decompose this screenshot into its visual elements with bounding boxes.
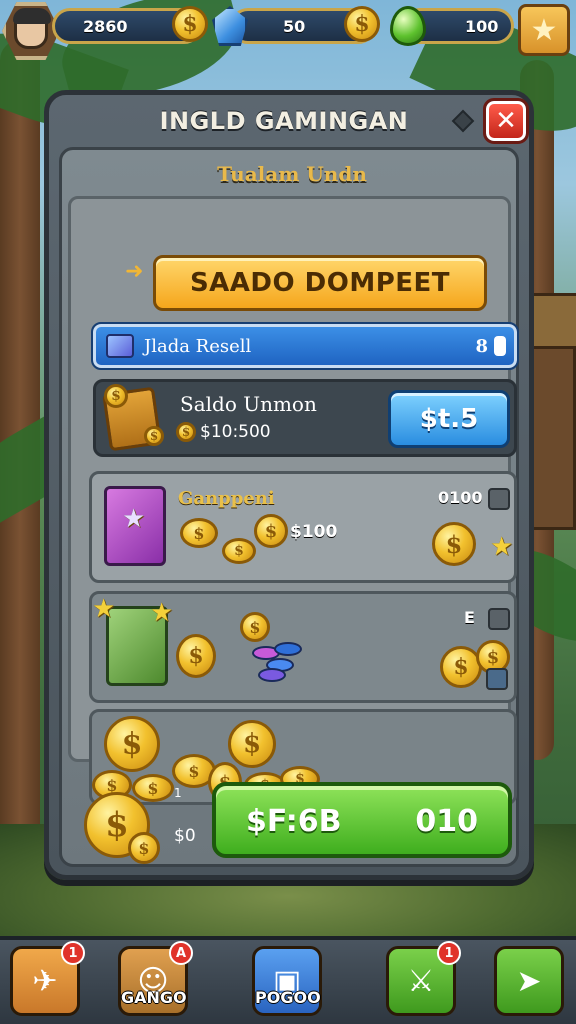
balance-row: $ $ Saldo Unmon $ $10:500 $t.5 <box>93 379 517 457</box>
offer-tag: 0100 <box>438 488 483 507</box>
wallet-button[interactable]: SAADO DOMPEET <box>153 255 487 311</box>
lock-icon <box>488 488 510 510</box>
purchase-row: $ $ 1 $0 $F:6B 010 <box>62 770 522 866</box>
top-bar: 2860 $ 50 $ 100 ★ <box>0 0 576 60</box>
offer-title: Ganppeni <box>178 488 275 509</box>
coin-icon: $ <box>176 634 216 678</box>
star-icon: ★ <box>150 598 174 628</box>
balance-button[interactable]: $t.5 <box>388 390 510 448</box>
star-icon: ★ <box>490 532 514 562</box>
buy-button-amount: 010 <box>415 804 478 839</box>
energy-value: 100 <box>465 17 499 36</box>
gold-add-icon[interactable]: $ <box>172 6 208 42</box>
buy-button-price: $F:6B <box>246 804 342 839</box>
offer-tag: E <box>464 608 475 627</box>
arrow-icon: ➜ <box>125 259 144 284</box>
coin-icon: $ <box>176 422 196 442</box>
nav-label: POGOO <box>255 988 321 1007</box>
coin-icon: $ <box>254 514 288 548</box>
coin-mark: 1 <box>174 786 182 800</box>
coin-icon: $ <box>104 716 160 772</box>
coin-icon: $ <box>432 522 476 566</box>
info-label: Jlada Resell <box>144 336 252 357</box>
coin-value: $0 <box>174 826 196 846</box>
star-button[interactable]: ★ <box>518 4 570 56</box>
green-gem-icon <box>390 6 426 46</box>
gold-value: 2860 <box>83 17 128 36</box>
nav-label: GANGO <box>121 988 187 1007</box>
nav-send[interactable]: ➤ <box>494 946 564 1016</box>
plane-icon: ✈ <box>32 963 58 999</box>
bottom-nav: ✈ 1 ☺ A GANGO ▣ POGOO ⚔ 1 ➤ <box>0 936 576 1024</box>
star-icon: ★ <box>92 594 116 624</box>
info-value: 8 <box>475 336 488 357</box>
panel-subtitle: Tualam Undn <box>217 162 367 186</box>
gem-value: 50 <box>283 17 306 36</box>
nav-plane[interactable]: ✈ 1 <box>10 941 85 1016</box>
box-icon <box>106 334 134 358</box>
buy-button[interactable]: $F:6B 010 <box>212 782 512 858</box>
coin-stack-icon: $ <box>180 518 218 548</box>
balance-label: Saldo Unmon <box>180 392 317 416</box>
coin-stack-icon: $ <box>222 538 256 564</box>
coin-icon: $ <box>104 384 128 408</box>
shop-panel: INGLD GAMINGAN ✕ Tualam Undn ➜ SAADO DOM… <box>44 90 534 880</box>
nav-inventory[interactable]: ▣ POGOO <box>252 946 322 1016</box>
balance-value: $10:500 <box>200 422 271 442</box>
star-icon: ★ <box>122 504 146 534</box>
close-button[interactable]: ✕ <box>483 98 529 144</box>
notification-badge: 1 <box>437 941 461 965</box>
send-icon: ➤ <box>516 963 542 999</box>
lock-icon <box>488 608 510 630</box>
coin-icon: $ <box>144 426 164 446</box>
seal-icon <box>486 668 508 690</box>
coin-icon: $ <box>228 720 276 768</box>
panel-body: Tualam Undn ➜ SAADO DOMPEET Jlada Resell… <box>59 147 519 867</box>
panel-title: INGLD GAMINGAN <box>159 107 409 135</box>
offer-card[interactable]: ★ Ganppeni $ $ $ $100 0100 $ ★ <box>89 471 517 583</box>
sword-icon: ⚔ <box>407 963 435 999</box>
player-avatar[interactable] <box>2 2 60 60</box>
offer-card[interactable]: ★ ★ $ $ E $ $ <box>89 591 517 703</box>
info-bar[interactable]: Jlada Resell 8 <box>91 322 519 370</box>
notification-badge: 1 <box>61 941 85 965</box>
coin-icon: $ <box>240 612 270 642</box>
nav-upgrade[interactable]: ⚔ 1 <box>386 941 461 1016</box>
avatar-face-icon <box>13 8 51 49</box>
gem-add-icon[interactable]: $ <box>344 6 380 42</box>
offer-list: ➜ SAADO DOMPEET Jlada Resell 8 $ $ Saldo… <box>68 196 519 805</box>
coin-icon: $ <box>128 832 160 864</box>
offer-price: $100 <box>290 522 338 542</box>
nav-character[interactable]: ☺ A GANGO <box>118 941 193 1016</box>
notification-badge: A <box>169 941 193 965</box>
toggle-icon[interactable] <box>494 336 506 356</box>
close-icon: ✕ <box>495 106 517 136</box>
star-icon: ★ <box>530 12 558 48</box>
